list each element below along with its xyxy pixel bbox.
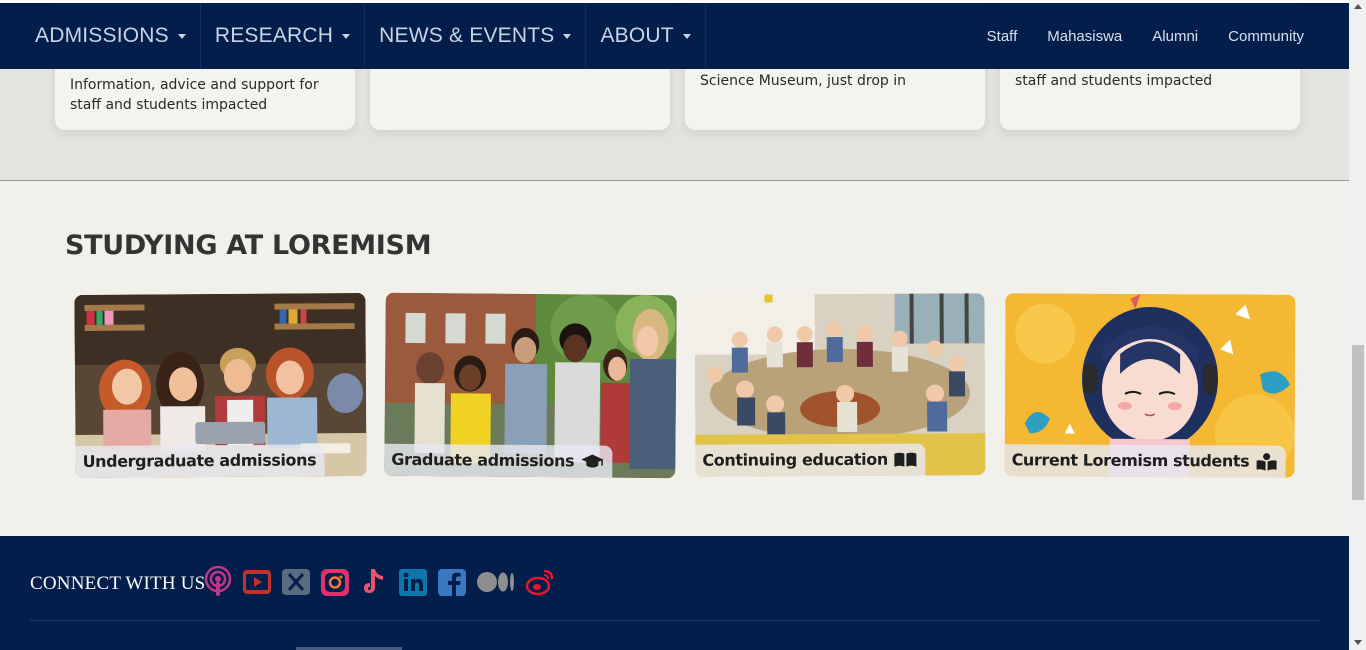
nav-admissions[interactable]: ADMISSIONS [21, 3, 201, 69]
section-title: STUDYING AT LOREMISM [65, 230, 432, 261]
nav-label: ABOUT [600, 24, 674, 47]
tiktok-icon[interactable] [359, 566, 389, 598]
primary-nav: ADMISSIONS RESEARCH NEWS & EVENTS ABOUT [0, 3, 706, 69]
main-navbar: ADMISSIONS RESEARCH NEWS & EVENTS ABOUT … [0, 3, 1349, 69]
tile-undergraduate-admissions[interactable]: Undergraduate admissions [74, 292, 367, 479]
nav-label: ADMISSIONS [35, 24, 169, 47]
tile-label: Graduate admissions [384, 443, 613, 478]
youtube-icon[interactable] [242, 566, 272, 598]
tile-label-text: Current Loremism students [1011, 450, 1250, 471]
graduation-cap-icon [581, 454, 604, 468]
medium-icon[interactable] [476, 566, 516, 598]
tile-current-students[interactable]: Current Loremism students [1004, 293, 1296, 478]
linkedin-icon[interactable] [398, 566, 428, 598]
news-card-description: staff and students impacted [1015, 73, 1213, 89]
scroll-down-arrow-icon[interactable] [1354, 640, 1362, 645]
scrollbar[interactable] [1349, 0, 1366, 650]
scroll-up-arrow-icon[interactable] [1354, 4, 1362, 9]
tile-label: Current Loremism students [1004, 444, 1286, 478]
caret-down-icon [682, 33, 691, 39]
nav-link-mahasiswa[interactable]: Mahasiswa [1047, 28, 1122, 45]
tile-label: Continuing education [695, 443, 926, 477]
nav-about[interactable]: ABOUT [586, 3, 706, 69]
tile-label: Undergraduate admissions [75, 444, 325, 479]
tile-graduate-admissions[interactable]: Graduate admissions [384, 292, 677, 479]
podcast-icon[interactable] [203, 566, 233, 598]
book-reader-icon [1256, 452, 1277, 471]
footer-divider [30, 620, 1320, 621]
caret-down-icon [563, 33, 572, 39]
nav-news-events[interactable]: NEWS & EVENTS [365, 3, 587, 69]
x-icon[interactable] [281, 566, 311, 598]
tile-label-text: Undergraduate admissions [82, 450, 317, 471]
secondary-nav: Staff Mahasiswa Alumni Community [957, 3, 1304, 69]
nav-label: NEWS & EVENTS [379, 24, 555, 47]
caret-down-icon [342, 33, 351, 39]
instagram-icon[interactable] [320, 566, 350, 598]
nav-research[interactable]: RESEARCH [201, 3, 366, 69]
news-card-description: Science Museum, just drop in [700, 73, 906, 89]
tile-label-text: Continuing education [702, 449, 888, 470]
tile-label-text: Graduate admissions [391, 449, 575, 471]
news-card-description: Information, advice and support for staf… [70, 77, 319, 113]
nav-link-community[interactable]: Community [1228, 28, 1304, 45]
nav-link-staff[interactable]: Staff [987, 28, 1018, 45]
social-links [203, 566, 555, 598]
facebook-icon[interactable] [437, 566, 467, 598]
nav-link-alumni[interactable]: Alumni [1152, 28, 1198, 45]
caret-down-icon [177, 33, 186, 39]
scroll-thumb[interactable] [1352, 345, 1364, 500]
nav-label: RESEARCH [214, 24, 334, 47]
weibo-icon[interactable] [525, 566, 555, 598]
connect-label: CONNECT WITH US [30, 573, 206, 594]
open-book-icon [894, 452, 917, 467]
tile-continuing-education[interactable]: Continuing education [694, 293, 986, 477]
